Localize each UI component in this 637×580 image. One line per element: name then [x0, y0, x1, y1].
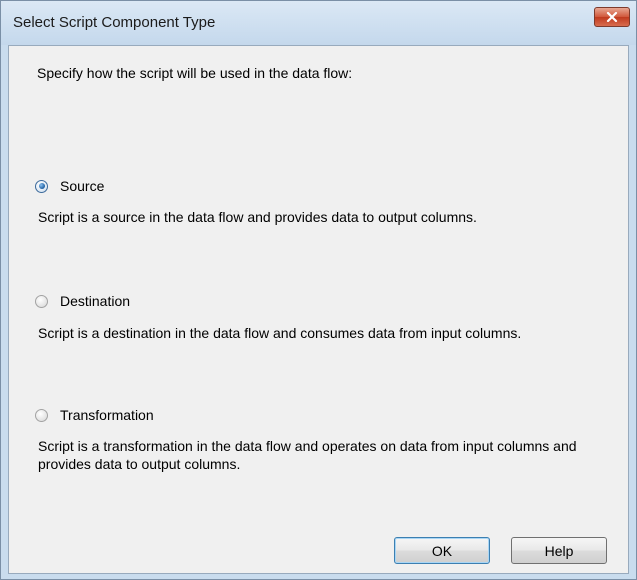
- window-title: Select Script Component Type: [13, 14, 216, 31]
- ok-button[interactable]: OK: [394, 537, 490, 564]
- close-button[interactable]: [594, 7, 630, 27]
- radio-transformation-label[interactable]: Transformation: [60, 407, 154, 423]
- radio-source-label[interactable]: Source: [60, 178, 104, 194]
- destination-description: Script is a destination in the data flow…: [38, 325, 522, 341]
- dialog-content: Specify how the script will be used in t…: [8, 45, 629, 574]
- radio-source-button[interactable]: [35, 179, 48, 193]
- close-x-icon: [606, 12, 618, 22]
- dialog-window: Select Script Component Type Specify how…: [0, 0, 637, 580]
- radio-transformation-button[interactable]: [35, 408, 48, 422]
- title-bar[interactable]: Select Script Component Type: [1, 1, 636, 45]
- instruction-text: Specify how the script will be used in t…: [37, 65, 353, 81]
- radio-source[interactable]: Source: [35, 178, 104, 194]
- radio-destination[interactable]: Destination: [35, 293, 130, 309]
- radio-destination-label[interactable]: Destination: [60, 293, 130, 309]
- help-button[interactable]: Help: [511, 537, 607, 564]
- radio-destination-button[interactable]: [35, 294, 48, 308]
- radio-transformation[interactable]: Transformation: [35, 407, 154, 423]
- transformation-description: Script is a transformation in the data f…: [38, 438, 577, 472]
- source-description: Script is a source in the data flow and …: [38, 209, 477, 225]
